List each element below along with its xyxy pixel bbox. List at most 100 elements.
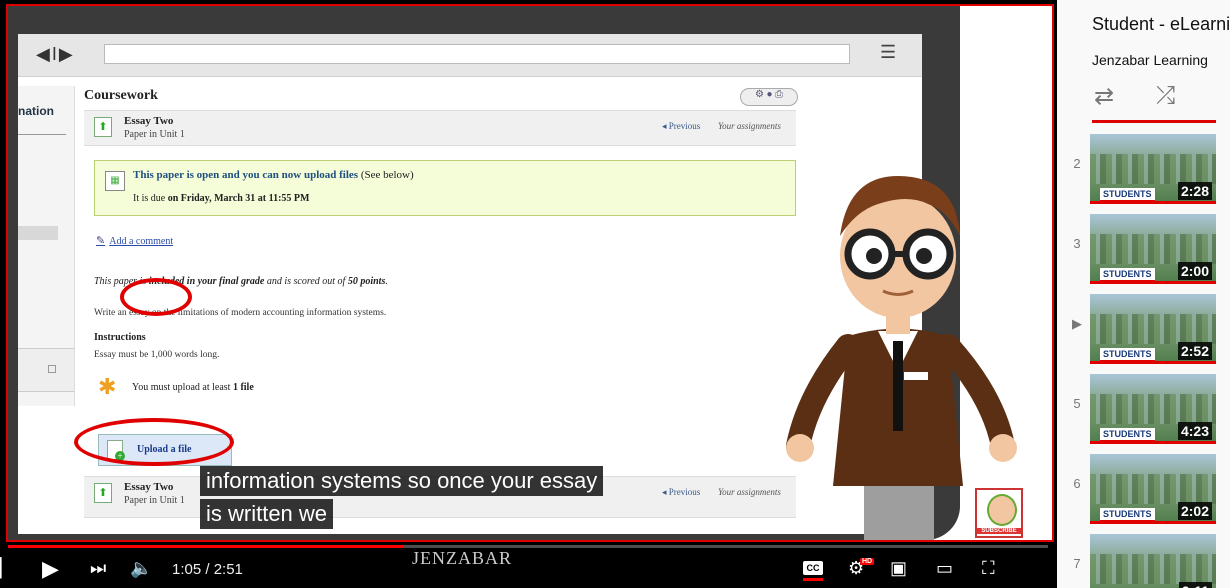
- coursework-title: Coursework: [84, 88, 158, 103]
- thumbnail-duration: 2:00: [1177, 262, 1212, 280]
- grade-part2: and is scored out of: [266, 276, 346, 287]
- play-icon[interactable]: ▶: [42, 556, 59, 582]
- playlist-item-index: 5: [1073, 396, 1081, 411]
- highlight-circle: [120, 278, 192, 316]
- watched-bar: [1090, 361, 1216, 364]
- theater-mode-icon[interactable]: ▭: [936, 558, 953, 579]
- essay-footer-title: Essay Two: [124, 481, 174, 493]
- upload-arrow-icon: ⬆: [94, 483, 112, 503]
- tools-icons: ⚙ ● ⎙: [740, 88, 798, 106]
- grade-points: 50 points: [347, 276, 386, 287]
- add-comment-label: Add a comment: [109, 236, 174, 247]
- notice-line: This paper is open and you can now uploa…: [133, 169, 414, 181]
- progress-bar[interactable]: [8, 545, 1048, 548]
- player-controls: ▏ ▶ ⏭ 🔈 1:05 / 2:51 CC ⚙ HD ▣ ▭ ⛶: [0, 552, 1057, 588]
- subscribe-label: SUBSCRIBE: [977, 528, 1021, 534]
- playlist-item[interactable]: 2 STUDENTS 2:28: [1060, 130, 1230, 204]
- instructions-heading: Instructions: [94, 332, 146, 343]
- watched-bar: [1090, 521, 1216, 524]
- next-icon[interactable]: ⏭: [90, 558, 106, 579]
- fullscreen-icon[interactable]: ⛶: [982, 558, 995, 579]
- thumbnail-duration: 4:23: [1177, 422, 1212, 440]
- playlist-title[interactable]: Student - eLearning: [1092, 14, 1230, 35]
- footer-your-assignments-link: Your assignments: [718, 487, 781, 497]
- notice-due: It is due on Friday, March 31 at 11:55 P…: [133, 193, 309, 204]
- asterisk-star-icon: ✱: [98, 374, 117, 399]
- upload-requirement: You must upload at least 1 file: [132, 382, 254, 393]
- due-prefix: It is due: [133, 193, 166, 204]
- calendar-icon: ▦: [105, 171, 125, 191]
- watched-bar: [1090, 441, 1216, 444]
- video-caption: information systems so once your essay i…: [200, 466, 604, 532]
- thumbnail-crowd: [1090, 154, 1216, 184]
- thumbnail-crowd: [1090, 234, 1216, 264]
- playlist-item-index: 7: [1073, 556, 1081, 571]
- essay-subtitle: Paper in Unit 1: [124, 129, 185, 140]
- upload-arrow-icon: ⬆: [94, 117, 112, 137]
- playlist-item[interactable]: 7 STUDENTS2:11: [1060, 530, 1230, 588]
- left-nav-square-icon: [48, 365, 56, 373]
- playlist-item[interactable]: ▶ STUDENTS 2:52: [1060, 290, 1230, 364]
- thumbnail-duration: 2:11: [1178, 582, 1212, 588]
- playlist-item-index: 3: [1073, 236, 1081, 251]
- browser-nav-arrows-icon: ◀I▶: [36, 44, 75, 64]
- previous-link: ◂ Previous: [662, 121, 701, 131]
- caption-line-1: information systems so once your essay: [200, 466, 604, 496]
- highlight-circle: [74, 418, 234, 466]
- loop-icon[interactable]: ⇄: [1094, 82, 1114, 111]
- playlist-thumbnail[interactable]: STUDENTS2:11: [1090, 534, 1216, 588]
- notice-see-below: (See below): [360, 169, 414, 181]
- thumbnail-crowd: [1090, 474, 1216, 504]
- thumbnail-label: STUDENTS: [1100, 188, 1155, 202]
- miniplayer-icon[interactable]: ▣: [890, 558, 907, 579]
- playlist-item[interactable]: 6 STUDENTS 2:02: [1060, 450, 1230, 524]
- upload-req-prefix: You must upload at least: [132, 382, 231, 393]
- thumbnail-duration: 2:28: [1177, 182, 1212, 200]
- playlist-divider: [1092, 120, 1216, 123]
- volume-icon[interactable]: 🔈: [130, 558, 152, 579]
- video-frame[interactable]: ◀I▶ ☰ nation Coursework ⚙ ● ⎙ ⬆ Essay Tw…: [6, 4, 1054, 542]
- control-edge-icon: ▏: [0, 558, 14, 578]
- thumbnail-label: STUDENTS: [1100, 348, 1155, 362]
- due-date: on Friday, March 31 at 11:55 PM: [167, 193, 310, 204]
- shuffle-icon[interactable]: ⤮: [1156, 82, 1175, 110]
- essay-title: Essay Two: [124, 115, 174, 127]
- playlist-thumbnail[interactable]: STUDENTS 2:00: [1090, 214, 1216, 284]
- captions-button[interactable]: CC: [803, 561, 823, 575]
- add-comment-link: ✎ Add a comment: [96, 234, 173, 247]
- grade-period: .: [385, 276, 388, 287]
- comment-pencil-icon: ✎: [96, 235, 106, 247]
- essay-length-instruction: Essay must be 1,000 words long.: [94, 350, 220, 360]
- playlist-channel[interactable]: Jenzabar Learning: [1092, 52, 1208, 68]
- thumbnail-label: STUDENTS: [1100, 508, 1155, 522]
- thumbnail-duration: 2:52: [1177, 342, 1212, 360]
- thumbnail-crowd: [1090, 554, 1216, 584]
- playlist-thumbnail[interactable]: STUDENTS 2:52: [1090, 294, 1216, 364]
- footer-previous-link: ◂ Previous: [662, 487, 701, 497]
- video-player[interactable]: ◀I▶ ☰ nation Coursework ⚙ ● ⎙ ⬆ Essay Tw…: [0, 0, 1057, 588]
- playlist-item[interactable]: 3 STUDENTS 2:00: [1060, 210, 1230, 284]
- left-nav-selected: [18, 226, 58, 240]
- playlist-thumbnail[interactable]: STUDENTS 4:23: [1090, 374, 1216, 444]
- watched-bar: [1090, 201, 1216, 204]
- caption-line-2: is written we: [200, 499, 334, 529]
- avatar-icon: [987, 494, 1017, 526]
- playlist-thumbnail[interactable]: STUDENTS 2:28: [1090, 134, 1216, 204]
- playlist-item-index: 2: [1073, 156, 1081, 171]
- thumbnail-duration: 2:02: [1177, 502, 1212, 520]
- left-nav-divider: [18, 134, 66, 135]
- cartoon-presenter-figure: [786, 176, 1017, 540]
- watched-bar: [1090, 281, 1216, 284]
- thumbnail-label: STUDENTS: [1100, 268, 1155, 282]
- essay-footer-subtitle: Paper in Unit 1: [124, 495, 185, 506]
- open-notice: ▦ This paper is open and you can now upl…: [94, 160, 796, 216]
- subscribe-watermark-button[interactable]: SUBSCRIBE: [975, 488, 1023, 538]
- progress-fill: [8, 545, 404, 548]
- left-nav-label: nation: [18, 104, 54, 118]
- left-nav: nation: [18, 86, 75, 406]
- thumbnail-crowd: [1090, 314, 1216, 344]
- playlist-thumbnail[interactable]: STUDENTS 2:02: [1090, 454, 1216, 524]
- notice-open-text: This paper is open and you can now uploa…: [133, 169, 359, 181]
- playlist-item[interactable]: 5 STUDENTS 4:23: [1060, 370, 1230, 444]
- playlist-sidebar: Student - eLearning Jenzabar Learning ⇄ …: [1060, 0, 1230, 588]
